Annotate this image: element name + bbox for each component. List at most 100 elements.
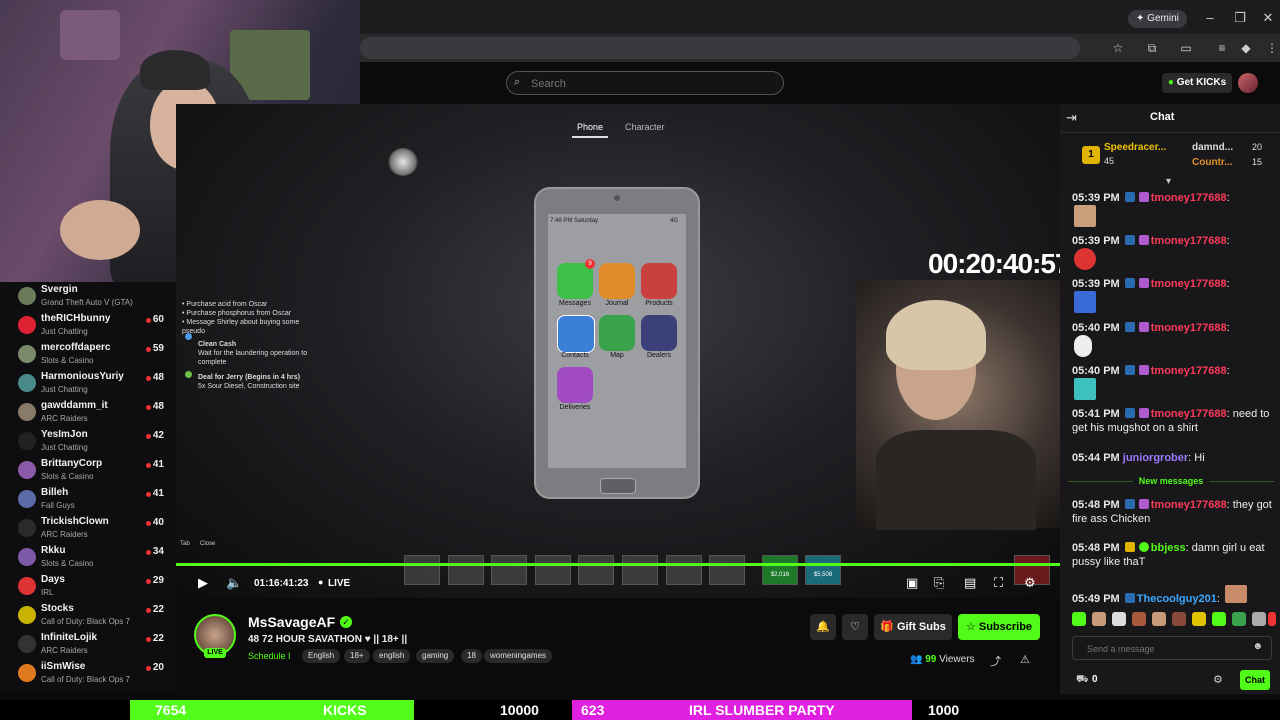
channel-item[interactable]: Billeh Fall Guys 41 [0,485,176,514]
profile-icon[interactable]: ◆ [1238,40,1254,56]
channel-item[interactable]: InfiniteLojik ARC Raiders 22 [0,630,176,659]
contacts-app-icon[interactable] [557,315,595,353]
bookmark-star-icon[interactable]: ☆ [1110,40,1126,56]
emote-icon[interactable] [1268,612,1276,626]
channel-item[interactable]: TrickishClown ARC Raiders 40 [0,514,176,543]
search-input[interactable] [529,74,773,94]
emote-icon[interactable] [1232,612,1246,626]
channel-item[interactable]: Days IRL 29 [0,572,176,601]
emote-icon[interactable] [1112,612,1126,626]
extensions-icon[interactable]: ⧉ [1144,40,1160,56]
channel-name: theRICHbunny [41,313,111,324]
message-username[interactable]: Thecoolguy201 [1137,593,1217,605]
products-app-icon[interactable] [641,263,677,299]
channel-item[interactable]: YesImJon Just Chatting 42 [0,427,176,456]
journal-app-icon[interactable] [599,263,635,299]
menu-dots-icon[interactable]: ⋮ [1264,40,1280,56]
tag[interactable]: english [373,649,411,663]
emoji-picker-icon[interactable]: ☻ [1252,641,1263,652]
gemini-button[interactable]: ✦ Gemini [1128,10,1187,28]
channel-item[interactable]: BrittanyCorp Slots & Casino 41 [0,456,176,485]
emote-icon[interactable] [1072,612,1086,626]
emote-icon[interactable] [1132,612,1146,626]
report-icon[interactable]: ⚠ [1020,653,1030,666]
settings-gear-icon[interactable]: ⚙ [1024,575,1036,591]
deliveries-app-icon[interactable] [557,367,593,403]
moderator-badge-icon [1124,365,1135,375]
close-window-button[interactable]: ✕ [1254,8,1280,28]
message-username[interactable]: tmoney177688 [1151,499,1227,511]
message-username[interactable]: tmoney177688 [1151,365,1227,377]
share-icon[interactable]: ⤴ [990,653,1001,669]
pip-icon[interactable]: ▤ [964,575,976,591]
message-username[interactable]: tmoney177688 [1151,322,1227,334]
search-bar[interactable]: ⌕ [506,71,784,95]
clip-icon[interactable]: ⎘ [934,575,944,591]
phone-home-button[interactable] [600,478,636,494]
media-icon[interactable]: ≡ [1214,40,1230,56]
minimize-button[interactable]: – [1196,8,1224,28]
kicks-wallet-icon[interactable]: ⛟ [1076,674,1089,687]
follow-heart-icon[interactable]: ♡ [842,614,868,640]
gifter-badge-icon [1138,408,1149,418]
stream-uptime: 01:16:41:23 [254,578,309,589]
tag[interactable]: 18+ [344,649,370,663]
tag[interactable]: 18 [461,649,482,663]
subscribe-button[interactable]: ☆ Subscribe [958,614,1040,640]
tag[interactable]: womeningames [484,649,553,663]
channel-item[interactable]: theRICHbunny Just Chatting 60 [0,311,176,340]
chat-input[interactable] [1085,641,1249,657]
moderator-badge-icon [1124,322,1135,332]
message-username[interactable]: juniorgrober [1123,452,1188,464]
tag[interactable]: gaming [416,649,455,663]
message-username[interactable]: tmoney177688 [1151,235,1227,247]
tag[interactable]: English [302,649,341,663]
collapse-chat-icon[interactable]: ⇥ [1066,110,1077,126]
message-username[interactable]: tmoney177688 [1151,192,1227,204]
notifications-bell-icon[interactable]: 🔔 [810,614,836,640]
gift-subs-button[interactable]: 🎁 Gift Subs [874,614,952,640]
live-label[interactable]: LIVE [328,578,350,589]
expand-chevron-icon[interactable]: ▾ [1166,176,1171,187]
channel-item[interactable]: Svergin Grand Theft Auto V (GTA) [0,282,176,311]
streamer-name[interactable]: MsSavageAF [248,614,335,630]
maximize-button[interactable]: ❐ [1226,8,1254,28]
cast-icon[interactable]: ▭ [1178,40,1194,56]
channel-item[interactable]: mercoffdaperc Slots & Casino 59 [0,340,176,369]
chat-settings-icon[interactable]: ⚙ [1213,673,1223,686]
chat-send-button[interactable]: Chat [1240,670,1270,690]
live-dot-icon [146,666,151,671]
theater-mode-icon[interactable]: ▣ [906,575,918,591]
emote-icon[interactable] [1092,612,1106,626]
new-messages-label: New messages [1068,476,1274,486]
gifter-name[interactable]: Speedracer... [1104,142,1166,153]
message-username[interactable]: bbjess [1151,542,1186,554]
user-avatar[interactable] [1238,73,1258,93]
volume-icon[interactable]: 🔈 [226,575,242,591]
gifter-name[interactable]: Countr... [1192,157,1233,168]
chat-input-box[interactable]: ☻ [1072,636,1272,660]
play-icon[interactable]: ▶ [198,575,208,591]
live-badge: LIVE [204,648,226,658]
category-link[interactable]: Schedule I [248,651,291,661]
channel-item[interactable]: Rkku Slots & Casino 34 [0,543,176,572]
emote-icon[interactable] [1152,612,1166,626]
fullscreen-icon[interactable]: ⛶ [994,575,1003,591]
emote-icon[interactable] [1252,612,1266,626]
channel-item[interactable]: HarmoniousYuriy Just Chatting 48 [0,369,176,398]
emote-icon[interactable] [1172,612,1186,626]
gifter-name[interactable]: damnd... [1192,142,1233,153]
get-kicks-button[interactable]: ● Get KICKs [1162,73,1232,93]
map-app-icon[interactable] [599,315,635,351]
channel-item[interactable]: Stocks Call of Duty: Black Ops 7 22 [0,601,176,630]
live-dot-icon [146,434,151,439]
address-bar[interactable] [360,37,1080,59]
emote-icon[interactable] [1192,612,1206,626]
channel-item[interactable]: iiSmWise Call of Duty: Black Ops 7 20 [0,659,176,688]
message-username[interactable]: tmoney177688 [1151,278,1227,290]
message-username[interactable]: tmoney177688 [1151,408,1227,420]
emote-icon[interactable] [1212,612,1226,626]
app-label: Products [645,300,673,307]
dealers-app-icon[interactable] [641,315,677,351]
channel-item[interactable]: gawddamm_it ARC Raiders 48 [0,398,176,427]
